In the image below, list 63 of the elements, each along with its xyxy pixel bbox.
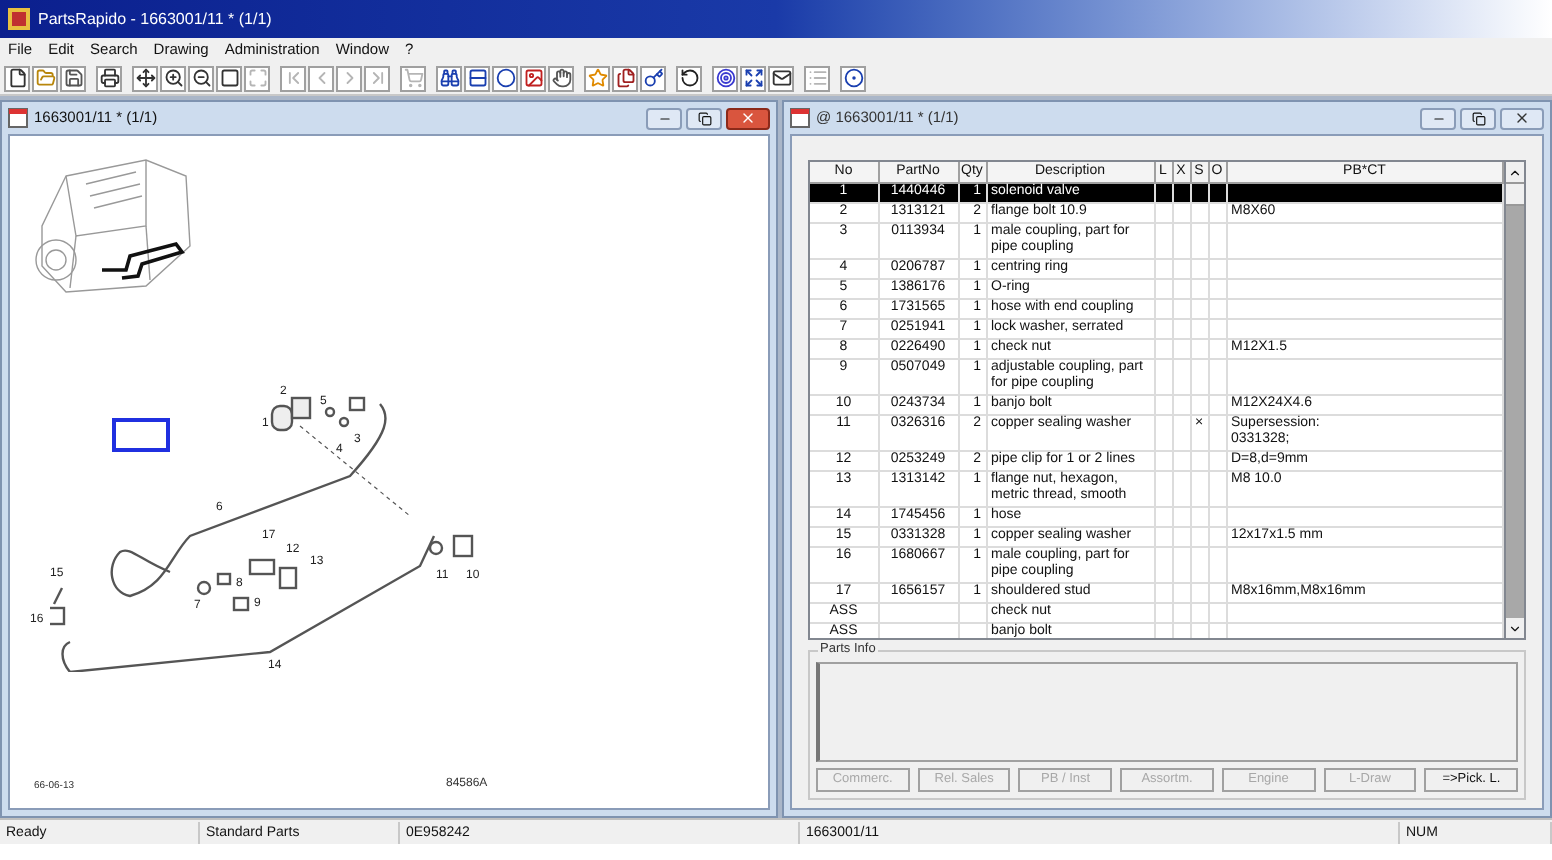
hand-icon (551, 68, 571, 88)
scroll-up-icon (1508, 165, 1522, 179)
files-icon (615, 68, 635, 88)
restore-button[interactable] (1460, 107, 1496, 129)
toolbar-button[interactable] (464, 65, 490, 91)
binoculars-icon (439, 68, 459, 88)
toolbar-button[interactable] (520, 65, 546, 91)
zoom-in-icon (163, 68, 183, 88)
image-icon (523, 68, 543, 88)
parts-info-field[interactable] (816, 662, 1518, 762)
zoom-out-icon (191, 68, 211, 88)
scroll-up-button[interactable] (1506, 162, 1524, 182)
close-button[interactable] (726, 107, 770, 129)
folder-icon (35, 68, 55, 88)
document-icon (8, 108, 28, 128)
rotate-icon (679, 68, 699, 88)
selection-rectangle (112, 418, 170, 452)
toolbar-button[interactable] (188, 65, 214, 91)
move-icon (135, 68, 155, 88)
square-icon (219, 68, 239, 88)
toolbar-button[interactable] (612, 65, 638, 91)
toolbar-button[interactable] (492, 65, 518, 91)
toolbar-button[interactable] (160, 65, 186, 91)
first-page-icon (283, 68, 303, 88)
scroll-thumb[interactable] (1506, 182, 1524, 206)
restore-button[interactable] (686, 107, 722, 129)
scroll-down-button[interactable] (1506, 618, 1524, 638)
document-icon (790, 108, 810, 128)
save-icon (63, 68, 83, 88)
circle-icon (495, 68, 515, 88)
mail-icon (771, 68, 791, 88)
close-icon (740, 110, 756, 126)
key-icon (643, 68, 663, 88)
star-icon (587, 68, 607, 88)
toolbar-button[interactable] (548, 65, 574, 91)
file-icon (7, 68, 27, 88)
window-title: PartsRapido - 1663001/11 * (1/1) (38, 7, 272, 31)
scrollbar[interactable] (1504, 162, 1524, 638)
toolbar-button[interactable] (216, 65, 242, 91)
toolbar-button[interactable] (768, 65, 794, 91)
toolbar-button[interactable] (96, 65, 122, 91)
app-icon (8, 8, 30, 30)
target-icon (715, 68, 735, 88)
maximize-icon (247, 68, 267, 88)
toolbar-button[interactable] (60, 65, 86, 91)
restore-icon (1471, 111, 1485, 125)
last-page-icon (367, 68, 387, 88)
toolbar-button[interactable] (712, 65, 738, 91)
toolbar-button[interactable] (436, 65, 462, 91)
cart-icon (403, 68, 423, 88)
close-icon (1514, 110, 1530, 126)
toolbar-button[interactable] (132, 65, 158, 91)
expand-icon (743, 68, 763, 88)
toolbar-button[interactable] (740, 65, 766, 91)
scroll-down-icon (1508, 621, 1522, 635)
toolbar-button[interactable] (840, 65, 866, 91)
toolbar-button[interactable] (4, 65, 30, 91)
printer-icon (99, 68, 119, 88)
toolbar-button[interactable] (640, 65, 666, 91)
restore-icon (697, 111, 711, 125)
circle-dot-icon (843, 68, 863, 88)
toolbar-button[interactable] (676, 65, 702, 91)
bars-icon (467, 68, 487, 88)
